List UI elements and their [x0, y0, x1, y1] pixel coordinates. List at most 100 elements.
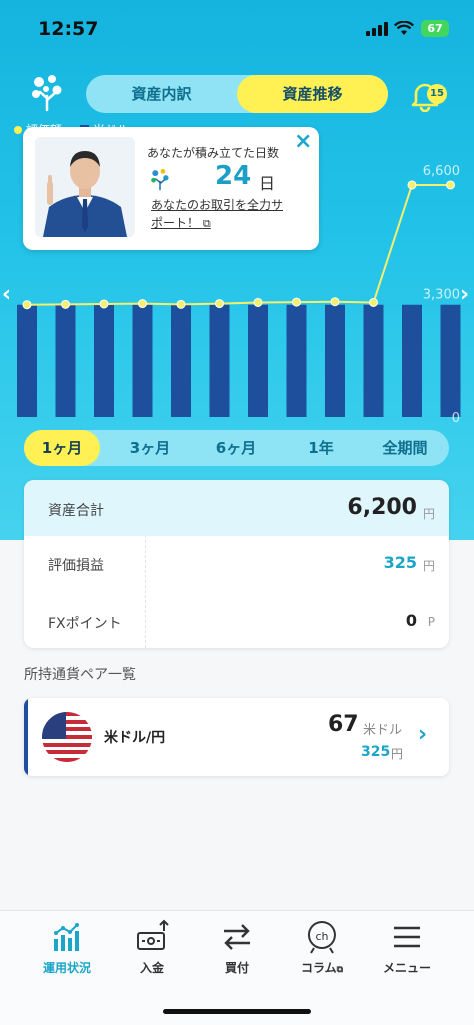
chevron-left-icon[interactable]: ‹	[2, 282, 11, 307]
chart-point	[369, 297, 378, 307]
chart-point	[330, 297, 340, 307]
pair-pl-unit: 円	[391, 747, 404, 761]
chart-point	[253, 297, 263, 307]
chart-point	[176, 299, 186, 309]
period-6m[interactable]: 6ヶ月	[200, 430, 272, 466]
days-popup: × あなたが積み立てた日数 24 日 あなたのお取引を全力サポート！ ⧉	[23, 127, 319, 250]
exchange-icon	[224, 924, 250, 950]
wifi-icon	[394, 21, 414, 35]
cellular-signal-icon	[366, 22, 388, 36]
pair-amount: 67	[328, 712, 359, 737]
chevron-right-icon: ›	[418, 722, 428, 747]
bottom-tab-bar: 運用状況 入金 買付 ch コラム⧉ メニュー	[0, 910, 474, 1025]
chart-point	[99, 299, 109, 309]
popup-days-count: 24	[215, 161, 252, 191]
chart-bar	[363, 304, 384, 417]
notification-badge: 15	[427, 84, 447, 104]
status-time: 12:57	[38, 18, 99, 40]
holding-accent-bar	[24, 698, 28, 776]
total-value: 6,200	[347, 495, 417, 520]
chart-point	[138, 299, 147, 309]
menu-icon	[394, 926, 420, 948]
points-unit: P	[427, 615, 435, 629]
holdings-title: 所持通貨ペア一覧	[24, 667, 136, 683]
total-unit: 円	[422, 507, 435, 521]
support-link[interactable]: あなたのお取引を全力サポート！ ⧉	[151, 196, 291, 233]
summary-card: 資産合計 6,200 円 評価損益 325 円 FXポイント 0 P	[24, 480, 449, 648]
battery-level: 67	[427, 22, 443, 35]
points-label: FXポイント	[48, 616, 122, 632]
chart-point	[22, 300, 32, 310]
pl-label: 評価損益	[48, 558, 104, 574]
popup-days-unit: 日	[259, 174, 276, 193]
tab-asset-breakdown[interactable]: 資産内訳	[86, 75, 237, 113]
chart-point	[215, 299, 224, 309]
period-all[interactable]: 全期間	[369, 430, 441, 466]
support-link-text: あなたのお取引を全力サポート！	[151, 198, 284, 230]
tab-menu[interactable]: メニュー	[362, 919, 452, 976]
holding-row-usdjpy[interactable]: 米ドル/円 67 米ドル 325 円 ›	[24, 698, 449, 776]
chart-point	[61, 299, 70, 309]
summary-row-total: 資産合計 6,200 円	[24, 480, 449, 536]
app-logo-icon[interactable]	[30, 72, 64, 112]
pl-unit: 円	[422, 559, 435, 573]
us-flag-icon	[42, 712, 92, 762]
period-selector: 1ヶ月 3ヶ月 6ヶ月 1年 全期間	[24, 430, 449, 466]
app-logo-icon	[151, 169, 169, 191]
chart-bar	[209, 304, 230, 417]
tab-portfolio-label: 運用状況	[42, 961, 91, 975]
view-tabs: 資産内訳 資産推移	[86, 75, 388, 113]
tab-column[interactable]: ch コラム⧉	[277, 919, 367, 976]
deposit-icon	[137, 919, 169, 950]
tab-trade[interactable]: 買付	[192, 919, 282, 976]
chart-point	[407, 180, 417, 190]
tab-column-text: コラム	[300, 961, 337, 975]
period-3m[interactable]: 3ヶ月	[114, 430, 186, 466]
svg-text:ch: ch	[315, 930, 328, 943]
tab-menu-label: メニュー	[382, 961, 431, 975]
pair-pl: 325	[361, 744, 391, 760]
tab-deposit[interactable]: 入金	[107, 919, 197, 976]
y-tick-label: 6,600	[423, 164, 460, 179]
total-label: 資産合計	[48, 503, 104, 519]
chart-bar	[286, 304, 307, 417]
chart-point	[292, 297, 301, 307]
tab-trade-label: 買付	[224, 961, 249, 975]
legend-line-marker	[14, 126, 22, 134]
points-value: 0	[405, 611, 417, 630]
tab-deposit-label: 入金	[139, 961, 164, 975]
pl-value: 325	[383, 553, 417, 572]
chart-bar	[94, 304, 114, 417]
tab-column-label: コラム⧉	[277, 959, 367, 976]
summary-row-pl: 評価損益 325 円	[24, 536, 449, 592]
chart-bar	[55, 304, 76, 417]
column-icon: ch	[307, 921, 336, 954]
chart-bar	[402, 304, 422, 417]
chevron-right-icon[interactable]: ›	[460, 282, 469, 307]
chart-bar	[248, 304, 268, 417]
battery-icon: 67	[421, 20, 449, 37]
tab-asset-trend[interactable]: 資産推移	[237, 75, 388, 113]
pair-name: 米ドル/円	[104, 730, 166, 746]
chart-point	[446, 180, 455, 190]
chart-bar	[325, 304, 345, 417]
external-link-icon: ⧉	[336, 965, 344, 975]
chart-icon	[54, 923, 79, 951]
spokesperson-portrait	[35, 137, 135, 237]
y-tick-label: 0	[452, 411, 460, 425]
popup-label: あなたが積み立てた日数	[147, 146, 280, 160]
chart-bar	[171, 304, 191, 417]
tab-portfolio[interactable]: 運用状況	[22, 919, 112, 976]
close-icon[interactable]: ×	[294, 129, 312, 154]
chart-bar	[132, 304, 153, 417]
status-bar: 12:57 67	[0, 0, 474, 58]
home-indicator	[163, 1009, 311, 1014]
period-1y[interactable]: 1年	[286, 430, 356, 466]
period-1m[interactable]: 1ヶ月	[24, 430, 100, 466]
y-tick-label: 3,300	[423, 288, 460, 303]
chart-bar	[440, 304, 461, 417]
pair-currency: 米ドル	[363, 723, 403, 738]
summary-row-points: FXポイント 0 P	[24, 592, 449, 648]
external-link-icon: ⧉	[202, 217, 211, 230]
chart-bar	[17, 304, 37, 417]
